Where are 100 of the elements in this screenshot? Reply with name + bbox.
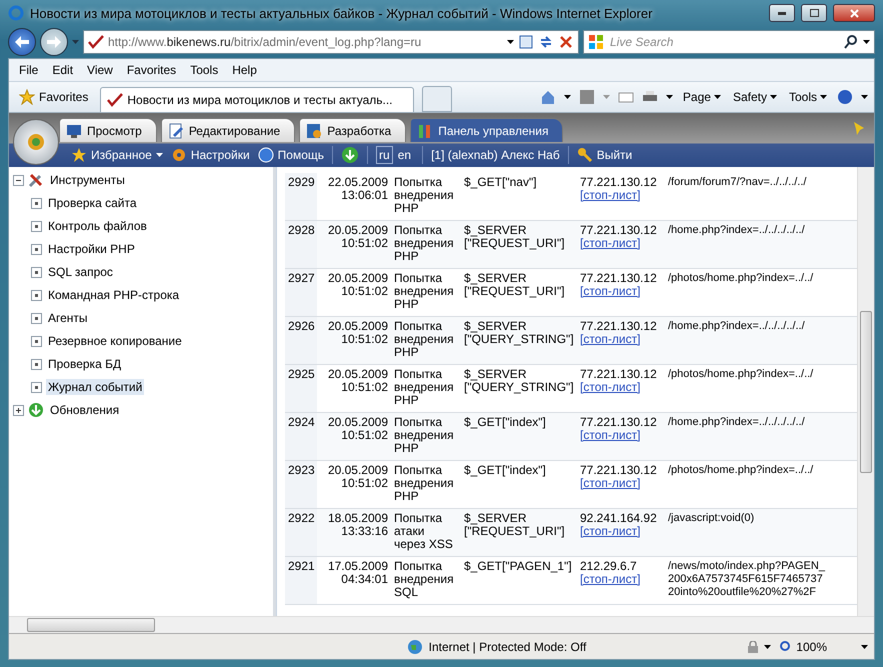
stop-list-link[interactable]: [стоп-лист] (580, 573, 640, 586)
home-icon (540, 89, 556, 105)
table-cell: 2925 (285, 364, 317, 412)
table-cell: Попытка внедрения PHP (391, 173, 461, 220)
stop-list-link[interactable]: [стоп-лист] (580, 285, 640, 298)
table-cell: 2928 (285, 220, 317, 268)
bullet-icon (31, 290, 42, 300)
panel-tab[interactable]: Редактирование (160, 118, 296, 142)
star-icon (19, 89, 35, 105)
table-cell: 20.05.2009 10:51:02 (317, 460, 391, 508)
address-field[interactable]: http://www.bikenews.ru/bitrix/admin/event_log.php?lang=ru (83, 30, 579, 54)
dropdown-caret-icon (764, 644, 772, 648)
table-cell: /home.php?index=../../../../../ (665, 412, 857, 460)
lock-icon (748, 640, 758, 652)
logout-button[interactable]: Выйти (576, 146, 632, 162)
page-gear-icon (306, 122, 322, 138)
table-cell: 77.221.130.12 (580, 223, 657, 237)
browser-logo-icon (8, 5, 24, 21)
tree-item[interactable]: Обновления (48, 402, 122, 418)
search-icon (843, 34, 859, 50)
table-cell: 2922 (285, 508, 317, 556)
panel-tab[interactable]: Панель управления (410, 118, 564, 142)
table-cell: $_GET["index"] (461, 412, 577, 460)
expand-icon[interactable] (13, 404, 24, 416)
panel-tab[interactable]: Разработка (299, 118, 406, 142)
stop-list-link[interactable]: [стоп-лист] (580, 525, 640, 538)
favorites-menu-button[interactable]: Избранное (71, 146, 163, 162)
language-button[interactable]: en (394, 146, 414, 164)
tree-item[interactable]: Агенты (46, 310, 90, 326)
bullet-icon (31, 382, 42, 392)
dropdown-caret-icon (820, 95, 827, 99)
zoom-button[interactable]: 100% (777, 640, 829, 654)
tree-item[interactable]: Настройки PHP (46, 241, 137, 257)
table-cell: 20.05.2009 10:51:02 (317, 412, 391, 460)
menu-item[interactable]: View (87, 63, 113, 77)
dropdown-caret-icon (602, 95, 610, 99)
horizontal-scrollbar[interactable] (9, 616, 874, 633)
back-arrow-icon (15, 36, 29, 48)
minimize-icon (778, 12, 786, 14)
table-cell: 20.05.2009 10:51:02 (317, 364, 391, 412)
tree-item[interactable]: Резервное копирование (46, 333, 184, 349)
language-button[interactable]: ru (376, 146, 393, 164)
bullet-icon (31, 358, 42, 370)
menu-item[interactable]: Edit (52, 63, 74, 77)
table-cell: $_SERVER ["QUERY_STRING"] (461, 316, 577, 364)
settings-button[interactable]: Настройки (170, 146, 250, 162)
maximize-button[interactable] (801, 4, 827, 22)
menu-item[interactable]: Favorites (126, 63, 176, 77)
tree-item[interactable]: Контроль файлов (46, 218, 149, 234)
table-cell: 2927 (285, 268, 317, 316)
stop-list-link[interactable]: [стоп-лист] (580, 477, 640, 490)
browser-tab[interactable]: Новости из мира мотоциклов и тесты актуаль... (100, 87, 414, 112)
close-button[interactable] (833, 4, 875, 22)
menu-item[interactable]: Tools (190, 63, 218, 77)
forward-button[interactable] (40, 28, 68, 56)
panel-tab[interactable]: Просмотр (59, 118, 157, 142)
refresh-icon (538, 34, 554, 50)
table-cell: /home.php?index=../../../../../ (665, 316, 857, 364)
bullet-icon (31, 312, 42, 324)
table-cell: /javascript:void(0) (665, 508, 857, 556)
tree-item[interactable]: Проверка БД (46, 356, 124, 372)
stop-list-link[interactable]: [стоп-лист] (580, 333, 640, 346)
table-cell: 77.221.130.12 (580, 415, 657, 429)
table-cell: $_SERVER ["REQUEST_URI"] (461, 220, 577, 268)
table-cell: 77.221.130.12 (580, 319, 657, 333)
table-cell: 212.29.6.7 (580, 559, 637, 573)
table-cell: Попытка внедрения SQL (391, 556, 461, 604)
back-button[interactable] (8, 28, 36, 56)
search-field[interactable]: Live Search (583, 30, 875, 54)
stop-list-link[interactable]: [стоп-лист] (580, 237, 640, 250)
tree-item[interactable]: Командная PHP-строка (46, 287, 182, 303)
stop-list-link[interactable]: [стоп-лист] (580, 429, 640, 442)
table-cell: 2923 (285, 460, 317, 508)
user-name: [1] (alexnab) Алекс Наб (431, 148, 560, 162)
tree-item[interactable]: Инструменты (48, 172, 127, 188)
menu-item[interactable]: Help (232, 63, 257, 77)
table-cell: 20.05.2009 10:51:02 (317, 316, 391, 364)
stop-list-link[interactable]: [стоп-лист] (580, 189, 640, 202)
table-cell: $_GET["PAGEN_1"] (461, 556, 577, 604)
start-orb-icon[interactable] (13, 119, 59, 165)
menu-item[interactable]: File (19, 63, 38, 77)
table-cell: 77.221.130.12 (580, 367, 657, 381)
command-button[interactable]: Page (680, 90, 723, 104)
tree-item[interactable]: Журнал событий (46, 379, 144, 395)
command-button[interactable]: Tools (786, 90, 829, 104)
tree-item[interactable]: Проверка сайта (46, 195, 138, 211)
stop-list-link[interactable]: [стоп-лист] (580, 381, 640, 394)
command-button[interactable]: Safety (730, 90, 779, 104)
bullet-icon (31, 244, 42, 254)
favorites-button[interactable]: Favorites (15, 89, 92, 105)
help-button[interactable]: Помощь (258, 146, 324, 162)
bullet-icon (31, 198, 42, 208)
vertical-scrollbar[interactable] (857, 167, 874, 616)
key-icon (576, 146, 593, 162)
bullet-icon (31, 336, 42, 346)
collapse-icon[interactable] (13, 174, 24, 186)
tree-item[interactable]: SQL запрос (46, 264, 115, 280)
table-cell: 2924 (285, 412, 317, 460)
minimize-button[interactable] (769, 4, 795, 22)
table-cell: /news/moto/index.php?PAGEN_ 200x6A7573745F615F7465737 20into%20outfile%20%27%2F (665, 556, 857, 604)
